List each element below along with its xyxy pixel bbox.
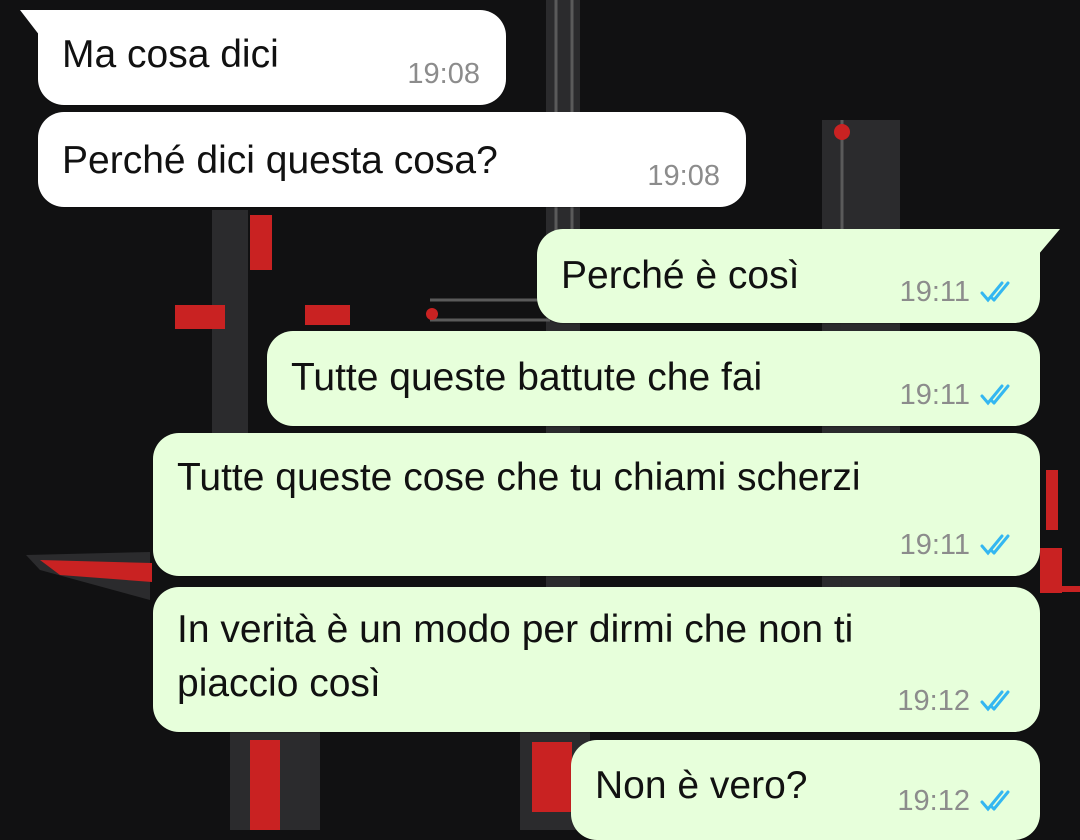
message-time: 19:12 <box>897 685 970 717</box>
message-time: 19:12 <box>897 785 970 817</box>
message-bubble-outgoing[interactable]: In verità è un modo per dirmi che non ti… <box>153 587 1040 732</box>
message-bubble-incoming[interactable]: Perché dici questa cosa? 19:08 <box>38 112 746 207</box>
double-check-icon <box>980 789 1018 813</box>
double-check-icon <box>980 689 1018 713</box>
message-time: 19:08 <box>407 58 480 90</box>
message-bubble-outgoing[interactable]: Non è vero? 19:12 <box>571 740 1040 840</box>
message-time: 19:11 <box>899 379 970 411</box>
message-time: 19:11 <box>899 529 970 561</box>
message-meta: 19:11 <box>900 528 1018 562</box>
message-text: Ma cosa dici <box>62 33 279 76</box>
bubble-tail <box>20 10 40 36</box>
double-check-icon <box>980 383 1018 407</box>
message-meta: 19:12 <box>897 684 1018 718</box>
message-time: 19:11 <box>899 276 970 308</box>
message-meta: 19:08 <box>407 57 480 91</box>
message-meta: 19:11 <box>900 378 1018 412</box>
message-meta: 19:08 <box>647 159 720 193</box>
message-meta: 19:12 <box>897 784 1018 818</box>
message-text: Perché dici questa cosa? <box>62 139 498 182</box>
double-check-icon <box>980 533 1018 557</box>
message-text: Perché è così <box>561 254 800 297</box>
message-text: Tutte queste battute che fai <box>291 356 763 399</box>
message-text: Non è vero? <box>595 764 808 807</box>
message-bubble-outgoing[interactable]: Tutte queste battute che fai 19:11 <box>267 331 1040 426</box>
message-bubble-outgoing[interactable]: Tutte queste cose che tu chiami scherzi … <box>153 433 1040 576</box>
bubble-tail <box>1038 229 1060 255</box>
message-meta: 19:11 <box>900 275 1018 309</box>
message-text: Tutte queste cose che tu chiami scherzi <box>177 456 861 499</box>
message-bubble-outgoing[interactable]: Perché è così 19:11 <box>537 229 1060 323</box>
double-check-icon <box>980 280 1018 304</box>
message-bubble-incoming[interactable]: Ma cosa dici 19:08 <box>20 10 506 105</box>
message-time: 19:08 <box>647 160 720 192</box>
message-text: In verità è un modo per dirmi che non ti… <box>177 608 854 705</box>
